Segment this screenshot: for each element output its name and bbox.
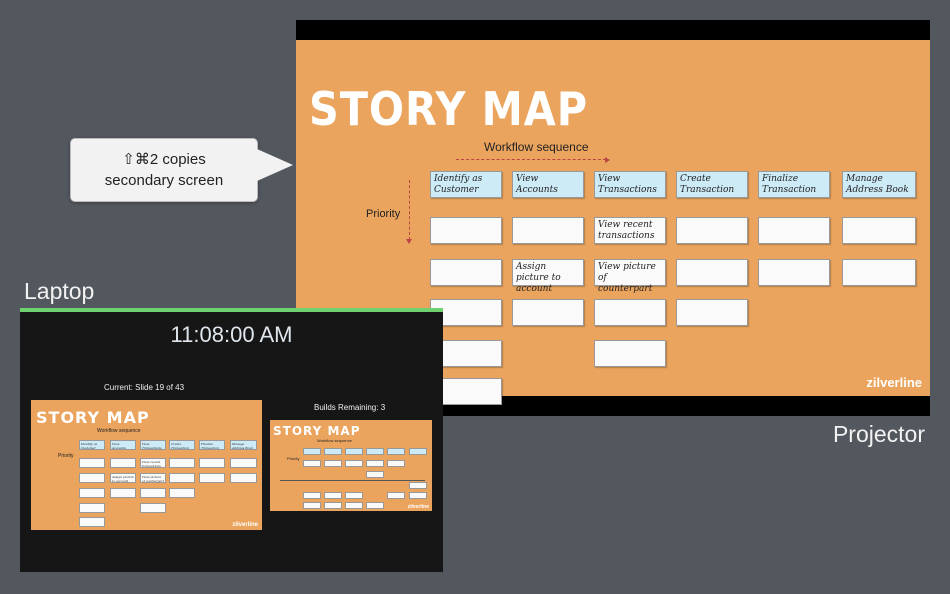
story-card [79, 517, 105, 527]
story-card [324, 502, 342, 509]
brand-logo: zilverline [232, 522, 258, 528]
shortcut-callout: ⇧⌘2 copies secondary screen [70, 138, 293, 202]
header-card: Create Transaction [169, 440, 195, 450]
story-card [366, 471, 384, 478]
story-card [758, 259, 830, 286]
brand-logo: zilverline [866, 375, 922, 390]
story-card [140, 488, 166, 498]
workflow-arrow [456, 157, 610, 163]
presenter-clock: 11:08:00 AM [170, 322, 293, 347]
story-card: View picture of counterpart [594, 259, 666, 294]
story-card: View picture of counterpart [140, 473, 166, 483]
header-card: Manage Address Book [842, 171, 916, 198]
priority-label: Priority [287, 456, 300, 461]
divider [280, 480, 425, 481]
header-card: Create Transaction [676, 171, 748, 198]
story-card [79, 488, 105, 498]
header-card: Finalize Transaction [199, 440, 225, 450]
story-card [430, 259, 502, 286]
story-card [594, 340, 666, 367]
story-card [199, 458, 225, 468]
story-card [110, 488, 136, 498]
header-card: View Accounts [512, 171, 584, 198]
story-card [676, 217, 748, 244]
story-card [676, 299, 748, 326]
story-card [366, 502, 384, 509]
story-card [676, 259, 748, 286]
workflow-label: Workflow sequence [484, 140, 589, 154]
story-card [387, 460, 405, 467]
story-card [409, 482, 427, 489]
story-card [79, 458, 105, 468]
header-card [345, 448, 363, 455]
story-card [345, 492, 363, 499]
callout-line-1: ⇧⌘2 copies [122, 151, 206, 168]
header-card: View Accounts [110, 440, 136, 450]
story-card: Assign picture to account [110, 473, 136, 483]
story-card [409, 492, 427, 499]
story-card [512, 217, 584, 244]
story-card [303, 492, 321, 499]
header-card: Identify as Customer [430, 171, 502, 198]
current-slide-label: Current: Slide 19 of 43 [104, 383, 185, 392]
story-card: View recent transactions [594, 217, 666, 244]
header-card: Identify as Customer [79, 440, 105, 450]
story-card [430, 217, 502, 244]
slide-title: STORY MAP [273, 424, 361, 438]
story-card [345, 460, 363, 467]
story-card [594, 299, 666, 326]
laptop-label: Laptop [24, 278, 95, 304]
story-card [345, 502, 363, 509]
story-card: View recent transactions [140, 458, 166, 468]
builds-remaining-label: Builds Remaining: 3 [314, 403, 386, 412]
slide-title: STORY MAP [36, 408, 150, 427]
story-card [387, 492, 405, 499]
workflow-label: Workflow sequence [97, 428, 141, 434]
story-card [842, 259, 916, 286]
story-card [169, 473, 195, 483]
story-card [366, 460, 384, 467]
story-card [140, 503, 166, 513]
header-card: View Transactions [140, 440, 166, 450]
header-card: Manage Address Book [230, 440, 257, 450]
brand-logo: zilverline [407, 504, 429, 510]
priority-label: Priority [58, 453, 74, 459]
story-card [512, 299, 584, 326]
story-card [324, 460, 342, 467]
laptop-screen: 11:08:00 AM Current: Slide 19 of 43 Buil… [20, 308, 443, 572]
story-card [303, 502, 321, 509]
story-card [303, 460, 321, 467]
workflow-label: Workflow sequence [317, 438, 352, 443]
story-card [199, 473, 225, 483]
story-card [79, 473, 105, 483]
next-build-thumbnail[interactable]: STORY MAP Workflow sequence Priority zil… [270, 420, 432, 511]
header-card [324, 448, 342, 455]
header-card [387, 448, 405, 455]
story-card [758, 217, 830, 244]
slide-title: STORY MAP [309, 82, 588, 136]
story-card [324, 492, 342, 499]
story-card [230, 473, 257, 483]
header-card [366, 448, 384, 455]
header-card: Finalize Transaction [758, 171, 830, 198]
story-card [79, 503, 105, 513]
story-card [230, 458, 257, 468]
callout-line-2: secondary screen [104, 172, 224, 189]
story-card [169, 488, 195, 498]
story-card [842, 217, 916, 244]
header-card: View Transactions [594, 171, 666, 198]
projector-label: Projector [832, 421, 925, 447]
story-card [169, 458, 195, 468]
current-slide-thumbnail[interactable]: STORY MAP Workflow sequence Priority Ide… [31, 400, 262, 530]
story-card: Assign picture to account [512, 259, 584, 294]
story-card [110, 458, 136, 468]
priority-arrow [406, 180, 412, 244]
header-card [409, 448, 427, 455]
header-card [303, 448, 321, 455]
priority-label: Priority [366, 208, 401, 220]
